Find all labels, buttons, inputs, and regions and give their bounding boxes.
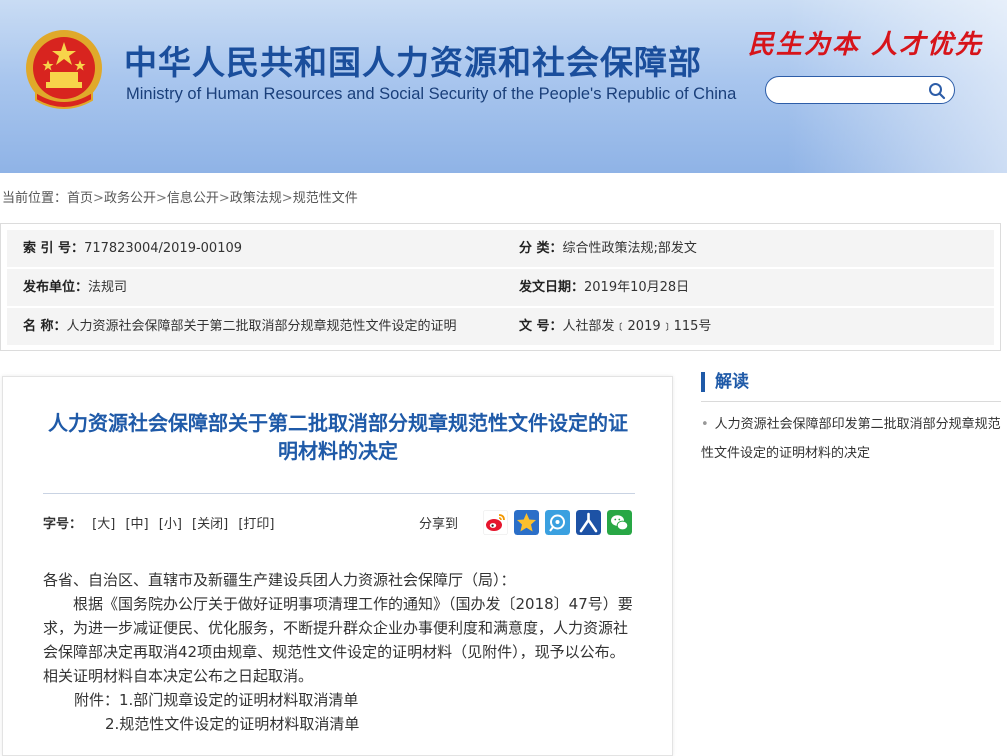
national-emblem-icon[interactable] — [22, 26, 106, 116]
font-size-medium-button[interactable]: [中] — [125, 517, 148, 532]
sidebar-divider — [701, 401, 1001, 402]
font-size-large-button[interactable]: [大] — [92, 517, 115, 532]
meta-docno: 文 号：人社部发﹝2019﹞115号 — [519, 308, 711, 345]
meta-publisher: 发布单位：法规司 — [23, 269, 127, 306]
bullet-icon: • — [701, 417, 709, 432]
tencent-weibo-icon[interactable] — [545, 510, 570, 535]
article-panel: 人力资源社会保障部关于第二批取消部分规章规范性文件设定的证明材料的决定 字号： … — [2, 376, 673, 756]
site-title-cn[interactable]: 中华人民共和国人力资源和社会保障部 — [124, 36, 702, 84]
renmin-icon[interactable] — [576, 510, 601, 535]
meta-row: 发布单位：法规司 发文日期：2019年10月28日 — [7, 269, 994, 306]
breadcrumb-separator: > — [218, 191, 230, 206]
meta-index: 索 引 号：717823004/2019-00109 — [23, 230, 242, 267]
article-divider — [43, 493, 635, 494]
meta-category-label: 分 类： — [519, 241, 563, 256]
search-box — [765, 76, 955, 104]
document-meta-table: 索 引 号：717823004/2019-00109 分 类：综合性政策法规;部… — [0, 223, 1001, 351]
article-paragraph: 根据《国务院办公厅关于做好证明事项清理工作的通知》（国办发〔2018〕47号）要… — [43, 595, 633, 685]
article-body: 各省、自治区、直辖市及新疆生产建设兵团人力资源社会保障厅（局）： 根据《国务院办… — [43, 568, 635, 736]
meta-docno-value: 人社部发﹝2019﹞115号 — [562, 319, 712, 334]
meta-row: 索 引 号：717823004/2019-00109 分 类：综合性政策法规;部… — [7, 230, 994, 267]
breadcrumb-separator: > — [281, 191, 293, 206]
font-size-small-button[interactable]: [小] — [159, 517, 182, 532]
meta-name: 名 称：人力资源社会保障部关于第二批取消部分规章规范性文件设定的证明 — [23, 308, 457, 345]
meta-publisher-value: 法规司 — [88, 280, 128, 295]
font-size-label: 字号： — [43, 517, 83, 532]
search-icon[interactable] — [928, 82, 946, 100]
qzone-icon[interactable] — [514, 510, 539, 535]
meta-publisher-label: 发布单位： — [23, 280, 89, 295]
meta-category-value: 综合性政策法规;部发文 — [562, 241, 697, 256]
article-attachment-2: 2.规范性文件设定的证明材料取消清单 — [105, 715, 360, 733]
meta-category: 分 类：综合性政策法规;部发文 — [519, 230, 697, 267]
search-input[interactable] — [778, 80, 932, 102]
print-button[interactable]: [打印] — [238, 517, 274, 532]
interpretation-link-text[interactable]: 人力资源社会保障部印发第二批取消部分规章规范性文件设定的证明材料的决定 — [701, 417, 1001, 461]
meta-index-label: 索 引 号： — [23, 241, 85, 256]
site-header: 中华人民共和国人力资源和社会保障部 Ministry of Human Reso… — [0, 0, 1007, 173]
breadcrumb-item-normative-docs[interactable]: 规范性文件 — [293, 191, 358, 206]
meta-index-value: 717823004/2019-00109 — [84, 241, 243, 256]
interpretation-title: 解读 — [701, 372, 749, 392]
site-slogan: 民生为本 人才优先 — [747, 30, 983, 60]
article-title: 人力资源社会保障部关于第二批取消部分规章规范性文件设定的证明材料的决定 — [48, 411, 628, 463]
breadcrumb-item-policies[interactable]: 政策法规 — [230, 191, 282, 206]
meta-date-value: 2019年10月28日 — [584, 280, 690, 295]
share-label: 分享到 — [419, 517, 459, 532]
breadcrumb-prefix: 当前位置： — [2, 191, 68, 206]
wechat-icon[interactable] — [607, 510, 632, 535]
breadcrumb-item-info-disclosure[interactable]: 信息公开 — [167, 191, 219, 206]
breadcrumb-item-home[interactable]: 首页 — [67, 191, 93, 206]
article-attachment-1: 附件：1.部门规章设定的证明材料取消清单 — [74, 691, 359, 709]
meta-row: 名 称：人力资源社会保障部关于第二批取消部分规章规范性文件设定的证明 文 号：人… — [7, 308, 994, 345]
breadcrumb-separator: > — [155, 191, 167, 206]
close-window-button[interactable]: [关闭] — [192, 517, 228, 532]
site-title-en: Ministry of Human Resources and Social S… — [126, 85, 737, 103]
article-salutation: 各省、自治区、直辖市及新疆生产建设兵团人力资源社会保障厅（局）： — [43, 571, 516, 589]
breadcrumb-separator: > — [93, 191, 104, 206]
interpretation-link[interactable]: • 人力资源社会保障部印发第二批取消部分规章规范性文件设定的证明材料的决定 — [701, 410, 1001, 468]
meta-date-label: 发文日期： — [519, 280, 585, 295]
meta-date: 发文日期：2019年10月28日 — [519, 269, 689, 306]
meta-name-value: 人力资源社会保障部关于第二批取消部分规章规范性文件设定的证明 — [66, 319, 457, 334]
font-size-controls: 字号： [大] [中] [小] [关闭] [打印] — [43, 513, 275, 532]
breadcrumb-item-gov-affairs[interactable]: 政务公开 — [104, 191, 156, 206]
weibo-icon[interactable] — [483, 510, 508, 535]
meta-name-label: 名 称： — [23, 319, 67, 334]
meta-docno-label: 文 号： — [519, 319, 563, 334]
breadcrumb: 当前位置：首页>政务公开>信息公开>政策法规>规范性文件 — [2, 187, 358, 206]
